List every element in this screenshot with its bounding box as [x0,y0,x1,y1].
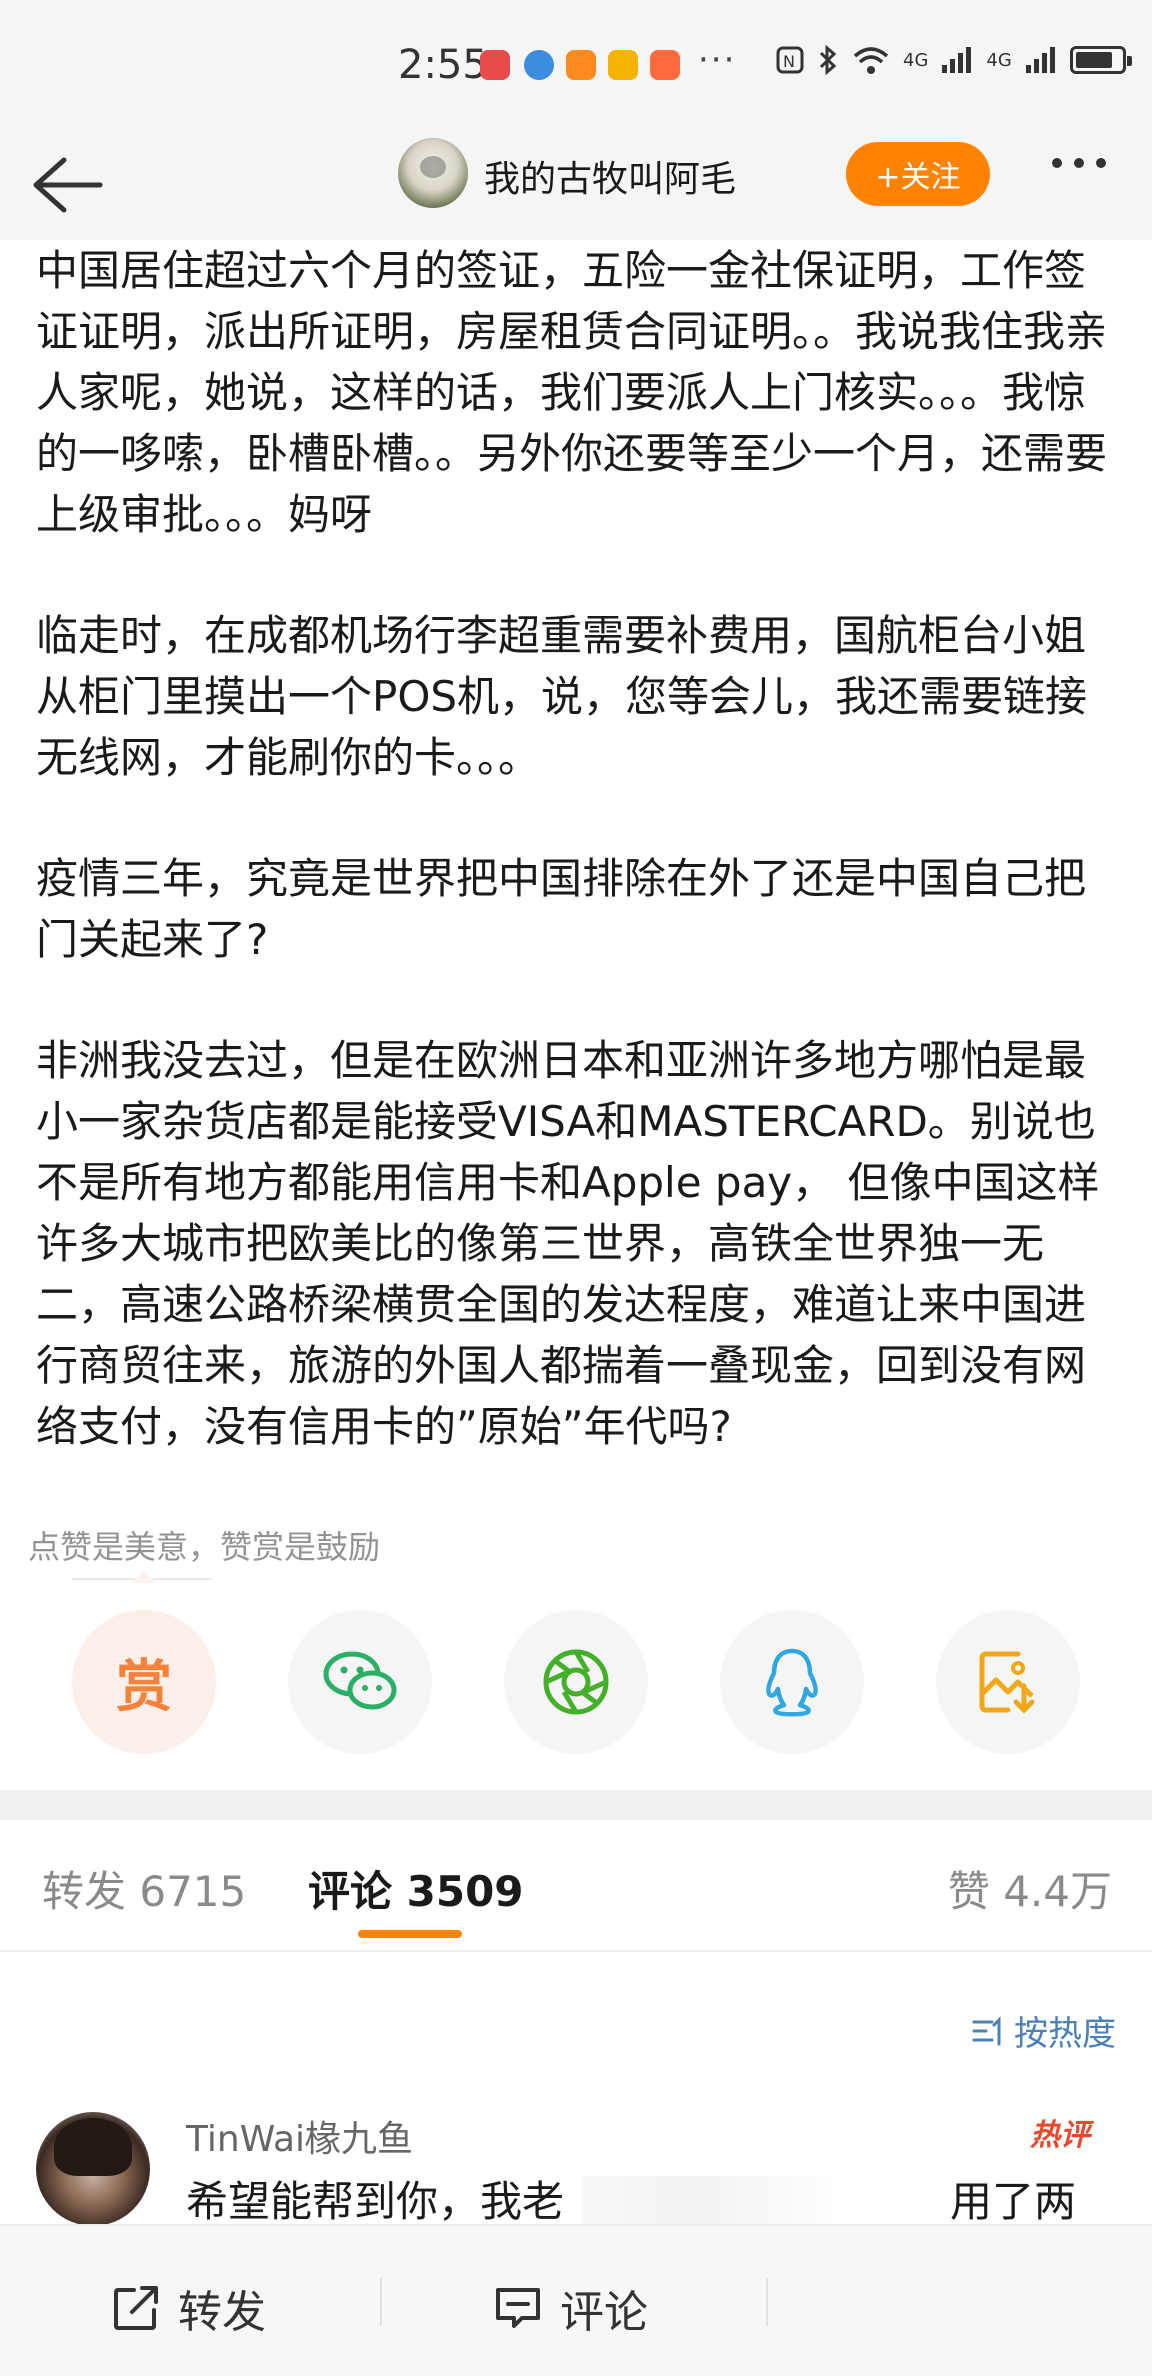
more-options-icon[interactable] [1052,158,1106,168]
section-divider [0,1790,1152,1820]
sort-label: 按热度 [1014,2014,1116,2054]
wifi-icon [853,47,889,74]
moments-icon [543,1649,609,1715]
notification-app-icon [566,50,596,80]
comment-icon [496,2288,540,2328]
qq-icon [766,1648,818,1717]
active-tab-indicator [358,1930,462,1938]
share-wechat-button[interactable] [288,1610,432,1754]
comment-label: 评论 [560,2287,648,2338]
battery-icon [1069,46,1132,74]
reward-button[interactable]: 赏 [72,1610,216,1754]
status-bar: 2:55 ··· N 4G 4G [0,0,1152,130]
commenter-avatar[interactable] [36,2112,150,2226]
network-type-label: 4G [903,49,929,71]
post-paragraph: 非洲我没去过，但是在欧洲日本和亚洲许多地方哪怕是最小一家杂货店都是能接受VISA… [36,1036,1100,1451]
tab-likes[interactable]: 赞 4.4万 [948,1858,1112,1919]
divider [766,2278,768,2326]
follow-button[interactable]: +关注 [846,142,990,206]
hint-pointer [132,1571,156,1583]
repost-label: 转发 [178,2287,266,2338]
comment-text: 用了两 [950,2177,1077,2226]
share-qq-button[interactable] [720,1610,864,1754]
divider [380,2278,382,2326]
notification-app-icon [480,50,510,80]
save-image-button[interactable] [936,1610,1080,1754]
commenter-name[interactable]: TinWai椽九鱼 [186,2110,413,2162]
sort-icon [972,2015,1001,2045]
reward-hint: 点赞是美意，赞赏是鼓励 [28,1528,381,1566]
notification-app-icon [524,50,554,80]
author-name[interactable]: 我的古牧叫阿毛 [484,150,736,202]
svg-text:N: N [783,52,795,71]
post-paragraph: 临走时，在成都机场行李超重需要补费用，国航柜台小姐从柜门里摸出一个POS机，说，… [36,611,1088,782]
share-row: 赏 [0,1610,1152,1754]
sort-by-hot-button[interactable]: 按热度 [972,2006,1116,2055]
network-type-label: 4G [986,49,1012,71]
wechat-icon [323,1651,397,1710]
signal-icon [942,47,972,73]
post-paragraph: 疫情三年，究竟是世界把中国排除在外了还是中国自己把门关起来了? [36,854,1087,964]
reward-icon: 赏 [116,1654,172,1720]
post-paragraph: 中国居住超过六个月的签证，五险一金社保证明，工作签证证明，派出所证明，房屋租赁合… [36,246,1108,539]
signal-icon [1025,47,1055,73]
tab-comments[interactable]: 评论 3509 [308,1858,524,1919]
system-status-icons: N 4G 4G [775,44,1132,76]
redacted-text [582,2176,952,2224]
repost-button[interactable]: 转发 [112,2276,266,2340]
post-body: 中国居住超过六个月的签证，五险一金社保证明，工作签证证明，派出所证明，房屋租赁合… [36,240,1126,1517]
repost-icon [114,2286,158,2330]
notification-app-icon [608,50,638,80]
divider [0,1950,1152,1952]
comment-text: 希望能帮到你，我老 [186,2177,565,2226]
bluetooth-icon [819,44,837,76]
more-notifications-icon: ··· [698,40,737,80]
notification-app-icon [650,50,680,80]
comment-button[interactable]: 评论 [494,2276,648,2340]
back-arrow-icon[interactable] [28,152,104,218]
share-moments-button[interactable] [504,1610,648,1754]
nfc-icon: N [776,46,804,74]
tab-reposts[interactable]: 转发 6715 [42,1858,246,1919]
save-image-icon [979,1651,1035,1714]
status-time: 2:55 [398,42,488,88]
author-avatar[interactable] [398,138,468,208]
hot-comment-badge: 热评 [1030,2118,1090,2153]
